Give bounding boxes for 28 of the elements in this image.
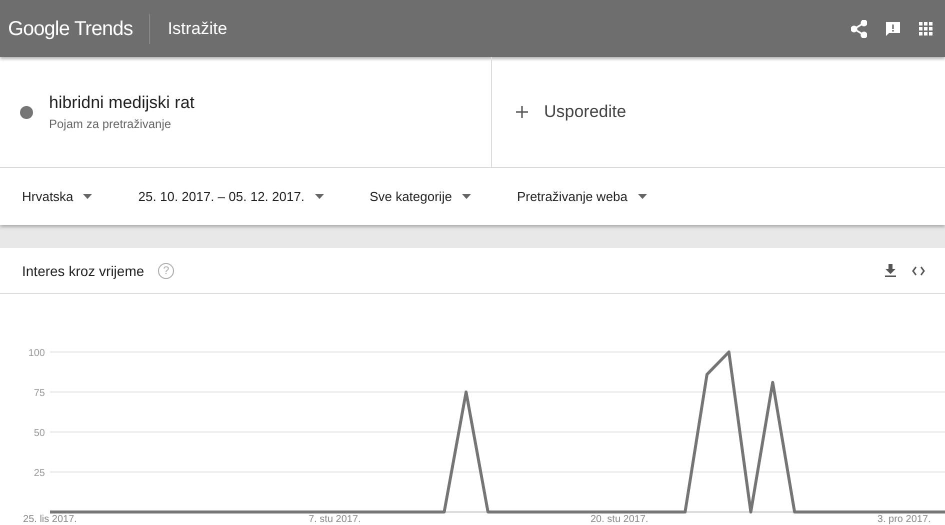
- search-term[interactable]: hibridni medijski rat: [49, 93, 194, 113]
- term-type-label: Pojam za pretraživanje: [49, 117, 172, 131]
- compare-button[interactable]: Usporedite: [544, 102, 626, 122]
- x-tick-label: 20. stu 2017.: [590, 514, 648, 525]
- filter-dropdown[interactable]: Hrvatska: [22, 189, 92, 204]
- app-logo[interactable]: Google Trends: [8, 14, 150, 44]
- y-tick-label: 50: [34, 428, 45, 439]
- filter-dropdown[interactable]: Sve kategorije: [370, 189, 471, 204]
- filter-dropdown[interactable]: 25. 10. 2017. – 05. 12. 2017.: [138, 189, 324, 204]
- dropdown-arrow-icon: [314, 194, 324, 199]
- x-tick-label: 25. lis 2017.: [23, 514, 77, 525]
- dropdown-arrow-icon: [83, 194, 92, 199]
- dropdown-arrow-icon: [462, 194, 471, 199]
- embed-icon[interactable]: [912, 266, 925, 276]
- dropdown-arrow-icon: [638, 194, 647, 199]
- feedback-icon[interactable]: [885, 20, 901, 36]
- x-tick-label: 7. stu 2017.: [308, 514, 361, 525]
- y-tick-label: 75: [34, 388, 45, 399]
- y-tick-label: 100: [28, 348, 45, 359]
- section-title: Interes kroz vrijeme: [22, 262, 144, 278]
- filter-dropdown[interactable]: Pretraživanje weba: [516, 189, 647, 204]
- page-title: Istražite: [168, 18, 228, 38]
- plus-icon[interactable]: [516, 106, 528, 118]
- x-tick-label: 3. pro 2017.: [877, 514, 931, 525]
- y-tick-label: 25: [34, 468, 45, 479]
- apps-icon[interactable]: [919, 22, 933, 36]
- download-icon[interactable]: [885, 264, 896, 277]
- share-icon[interactable]: [851, 20, 867, 38]
